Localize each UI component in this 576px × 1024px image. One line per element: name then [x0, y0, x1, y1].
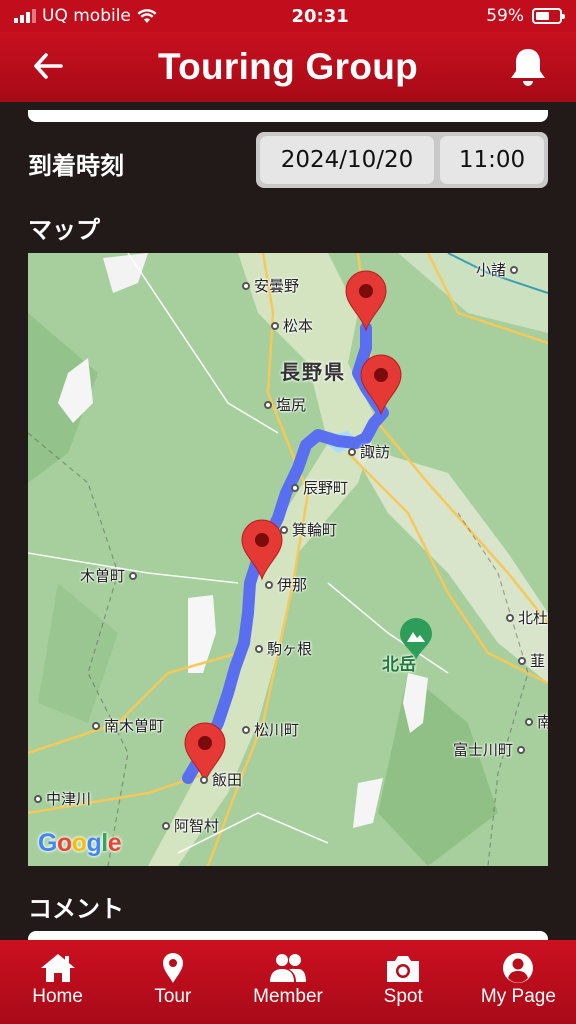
city-label: 辰野町	[291, 477, 348, 498]
city-label: 韮	[518, 650, 545, 671]
content-area[interactable]: 到着時刻 2024/10/20 11:00 マップ 長野県 安曇野 小諸 松本 …	[0, 102, 576, 940]
battery-icon	[532, 8, 565, 24]
comment-label: コメント	[28, 895, 124, 923]
battery-percent: 59%	[486, 6, 524, 26]
user-circle-icon	[503, 953, 534, 983]
map-label: マップ	[28, 216, 100, 244]
google-logo: Google	[38, 829, 122, 857]
city-label: 南	[525, 711, 548, 732]
app-header: Touring Group	[0, 32, 576, 102]
city-label: 駒ヶ根	[255, 638, 312, 659]
previous-field-box[interactable]	[28, 110, 548, 122]
group-icon	[270, 954, 306, 982]
tab-member[interactable]: Member	[230, 940, 345, 1024]
tab-label: Home	[32, 986, 83, 1007]
arrival-time-label: 到着時刻	[28, 152, 124, 180]
clock: 20:31	[291, 5, 349, 27]
city-label: 小諸	[476, 259, 519, 280]
status-bar: UQ mobile 20:31 59%	[0, 0, 576, 32]
tab-label: Spot	[383, 986, 423, 1007]
camera-icon	[387, 956, 420, 982]
city-label: 諏訪	[348, 441, 390, 462]
carrier-name: UQ mobile	[42, 6, 131, 26]
bottom-nav: Home Tour Member Spot My Page	[0, 940, 576, 1024]
tab-label: Member	[253, 986, 323, 1007]
city-label: 木曽町	[80, 565, 138, 586]
city-label: 飯田	[200, 769, 242, 790]
back-button[interactable]	[28, 46, 68, 86]
prefecture-label: 長野県	[280, 360, 346, 384]
location-pin-icon	[162, 953, 183, 983]
arrival-datetime-picker[interactable]: 2024/10/20 11:00	[256, 132, 548, 188]
tab-spot[interactable]: Spot	[346, 940, 461, 1024]
tab-home[interactable]: Home	[0, 940, 115, 1024]
city-label: 北杜	[506, 607, 548, 628]
map-terrain	[28, 253, 548, 866]
tab-my-page[interactable]: My Page	[461, 940, 576, 1024]
city-label: 塩尻	[264, 394, 306, 415]
arrival-time-field[interactable]: 11:00	[440, 136, 544, 184]
home-icon	[40, 954, 75, 982]
city-label: 安曇野	[242, 275, 299, 296]
tab-label: Tour	[154, 986, 192, 1007]
notification-button[interactable]	[508, 46, 548, 88]
route-map[interactable]: 長野県 安曇野 小諸 松本 塩尻 諏訪 辰野町 箕輪町 木曽町 伊那 北杜 駒ヶ…	[28, 253, 548, 866]
city-label: 富士川町	[453, 739, 526, 760]
comment-field[interactable]	[28, 931, 548, 940]
arrival-date-field[interactable]: 2024/10/20	[260, 136, 434, 184]
city-label: 伊那	[265, 574, 307, 595]
city-label: 阿智村	[162, 815, 219, 836]
city-label: 箕輪町	[280, 519, 337, 540]
mountain-label: 北岳	[382, 655, 416, 675]
tab-tour[interactable]: Tour	[115, 940, 230, 1024]
tab-label: My Page	[480, 986, 556, 1007]
page-title: Touring Group	[157, 46, 419, 87]
bell-icon	[511, 49, 545, 86]
city-label: 松本	[271, 315, 313, 336]
signal-icon	[14, 9, 36, 23]
city-label: 南木曽町	[92, 715, 164, 736]
city-label: 中津川	[34, 788, 91, 809]
city-label: 松川町	[242, 719, 299, 740]
arrow-left-icon	[34, 53, 63, 79]
